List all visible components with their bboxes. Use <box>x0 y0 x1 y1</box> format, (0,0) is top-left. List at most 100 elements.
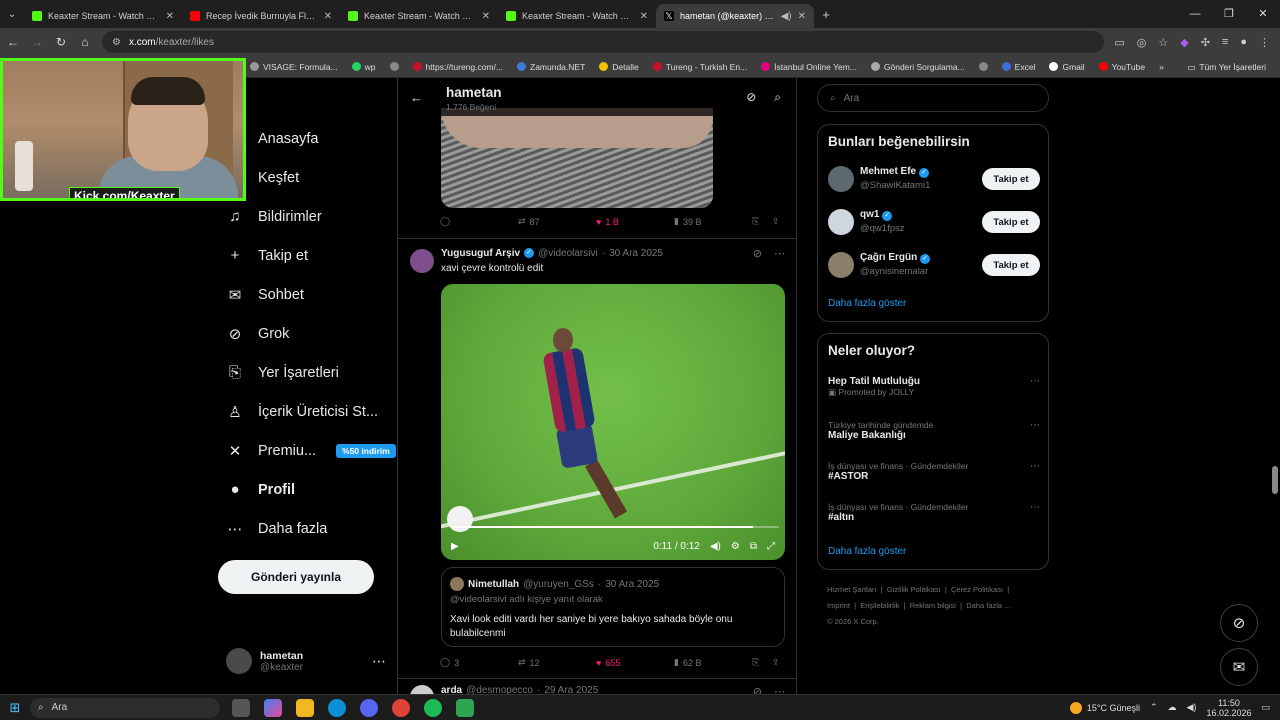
bookmark-item[interactable]: Excel <box>1001 62 1035 72</box>
puzzle-icon[interactable]: ✣ <box>1201 36 1210 49</box>
messages-float-button[interactable]: ✉ <box>1220 648 1258 686</box>
footer-link[interactable]: Gizlilik Politikası <box>887 585 941 594</box>
bookmark-item[interactable]: Zamunda.NET <box>517 62 585 72</box>
back-arrow-icon[interactable]: ← <box>410 90 423 105</box>
more-dots-icon[interactable]: ⋯ <box>1030 461 1040 472</box>
profile-avatar-icon[interactable]: ● <box>1240 36 1247 49</box>
taskbar-search[interactable]: ⌕ Ara <box>30 697 220 718</box>
suggestion-row[interactable]: Mehmet Efe ✓ @ShawiKatami1 Takip et <box>828 164 1040 194</box>
all-bookmarks[interactable]: ▭ Tüm Yer İşaretleri <box>1187 56 1266 78</box>
post-button[interactable]: Gönderi yayınla <box>218 560 374 594</box>
show-more-link[interactable]: Daha fazla göster <box>828 298 906 309</box>
pip-icon[interactable]: ⧉ <box>750 541 757 552</box>
grok-icon[interactable]: ⊘ <box>753 247 762 260</box>
repost-button[interactable]: ⇄ 87 <box>518 216 596 227</box>
trend-item[interactable]: İş dünyası ve finans · Gündemdekiler #AS… <box>828 461 1040 482</box>
browser-menu-icon[interactable]: ⋮ <box>1259 36 1270 49</box>
bookmarks-overflow-icon[interactable]: » <box>1159 62 1164 72</box>
browser-tab[interactable]: Keaxter Stream - Watch Live on ✕ <box>340 4 498 28</box>
nav-notifications[interactable]: ♫ Bildirimler <box>226 208 321 225</box>
nav-more[interactable]: ⋯ Daha fazla <box>226 520 328 538</box>
trend-item[interactable]: İş dünyası ve finans · Gündemdekiler #al… <box>828 502 1040 523</box>
tab-search-icon[interactable]: ⌄ <box>0 9 24 20</box>
footer-link[interactable]: Daha fazla ... <box>966 601 1010 610</box>
search-input[interactable]: ⌕ Ara <box>817 84 1049 112</box>
follow-button[interactable]: Takip et <box>982 254 1040 276</box>
browser-tab-active[interactable]: 𝕏 hametan (@keaxter) adlı ku ◀) ✕ <box>656 4 814 28</box>
volume-icon[interactable]: ◀) <box>710 541 721 552</box>
notification-icon[interactable]: ▭ <box>1261 702 1270 713</box>
tweet[interactable]: arda @desmopecco · 29 Ara 2025 ⊘ ⋯ <box>398 678 796 694</box>
close-tab-icon[interactable]: ✕ <box>482 11 490 22</box>
cast-icon[interactable]: ▭ <box>1114 36 1124 49</box>
grok-icon[interactable]: ⊘ <box>746 90 756 105</box>
eye-off-icon[interactable]: ◎ <box>1137 36 1147 49</box>
scrollbar-thumb[interactable] <box>1272 466 1278 494</box>
trend-item[interactable]: Hep Tatil Mutluluğu ▣ Promoted by JOLLY … <box>828 376 1040 398</box>
nav-profile[interactable]: ● Profil <box>226 481 295 498</box>
bookmark-item[interactable]: Detalle <box>599 62 639 72</box>
share-button[interactable]: ⇪ <box>772 657 780 668</box>
views-button[interactable]: ▮ 39 B <box>674 216 752 227</box>
show-more-link[interactable]: Daha fazla göster <box>828 546 906 557</box>
nav-chat[interactable]: ✉ Sohbet <box>226 286 304 304</box>
nav-creator-studio[interactable]: ♙ İçerik Üreticisi St... <box>226 403 378 421</box>
nav-bookmarks[interactable]: ⎘ Yer İşaretleri <box>226 364 339 381</box>
views-button[interactable]: ▮ 62 B <box>674 657 752 668</box>
quoted-tweet[interactable]: Nimetullah @yuruyen_GSs · 30 Ara 2025 @v… <box>441 567 785 647</box>
forward-arrow-icon[interactable]: → <box>30 35 44 49</box>
reply-button[interactable]: ◯ 3 <box>440 657 518 668</box>
grok-icon[interactable]: ⊘ <box>753 685 762 694</box>
bookmark-button[interactable]: ⎘ <box>752 216 772 227</box>
author-handle[interactable]: @desmopecco <box>466 685 533 694</box>
reload-icon[interactable]: ↻ <box>54 35 68 49</box>
bookmark-item[interactable] <box>389 62 399 71</box>
close-tab-icon[interactable]: ✕ <box>798 11 806 22</box>
follow-button[interactable]: Takip et <box>982 211 1040 233</box>
app-icon[interactable] <box>456 698 474 717</box>
bookmark-button[interactable]: ⎘ <box>752 657 772 668</box>
previous-tweet-media[interactable] <box>441 108 713 208</box>
trend-item[interactable]: Türkiye tarihinde gündemde Maliye Bakanl… <box>828 420 1040 441</box>
clock[interactable]: 11:50 16.02.2026 <box>1206 698 1251 718</box>
more-dots-icon[interactable]: ⋯ <box>1030 420 1040 431</box>
tweet-date[interactable]: 29 Ara 2025 <box>544 685 598 694</box>
home-icon[interactable]: ⌂ <box>78 35 92 49</box>
footer-link[interactable]: Imprint <box>827 601 850 610</box>
task-view-icon[interactable] <box>232 698 250 717</box>
avatar[interactable] <box>410 249 434 273</box>
tweet[interactable]: Yugusuguf Arşiv ✓ @videolarsivi · 30 Ara… <box>398 238 796 694</box>
bookmark-item[interactable]: VISAGE: Formula... <box>250 62 338 72</box>
avatar[interactable] <box>828 209 854 235</box>
avatar[interactable] <box>828 252 854 278</box>
nav-grok[interactable]: ⊘ Grok <box>226 325 290 343</box>
repost-button[interactable]: ⇄ 12 <box>518 657 596 668</box>
grok-float-button[interactable]: ⊘ <box>1220 604 1258 642</box>
avatar[interactable] <box>410 685 434 694</box>
bookmark-item[interactable]: Tureng - Turkish En... <box>652 62 747 72</box>
minimize-icon[interactable]: — <box>1178 0 1212 28</box>
play-icon[interactable]: ▶ <box>451 541 459 552</box>
close-tab-icon[interactable]: ✕ <box>166 11 174 22</box>
bookmark-item[interactable]: wp <box>351 62 376 72</box>
more-dots-icon[interactable]: ⋯ <box>774 685 785 694</box>
chrome-icon[interactable] <box>392 698 410 717</box>
tweet-date[interactable]: 30 Ara 2025 <box>609 248 663 259</box>
bookmark-item[interactable]: Gönderi Sorgulama... <box>870 62 965 72</box>
close-window-icon[interactable]: ✕ <box>1246 0 1280 28</box>
fullscreen-icon[interactable]: ⤢ <box>767 541 775 552</box>
more-dots-icon[interactable]: ⋯ <box>1030 502 1040 513</box>
video-player[interactable]: ▶ 0:11 / 0:12 ◀) ⚙ ⧉ ⤢ <box>441 284 785 560</box>
file-explorer-icon[interactable] <box>296 698 314 717</box>
more-dots-icon[interactable]: ⋯ <box>1030 376 1040 387</box>
windows-start-icon[interactable]: ⊞ <box>0 700 30 716</box>
browser-tab[interactable]: Recep İvedik Burnuyla Flüt Çalı ✕ <box>182 4 340 28</box>
star-icon[interactable]: ☆ <box>1158 36 1168 49</box>
media-icon[interactable]: ≡ <box>1222 36 1228 49</box>
suggestion-row[interactable]: qw1 ✓ @qw1fpsz Takip et <box>828 207 1040 237</box>
footer-link[interactable]: Çerez Politikası <box>951 585 1003 594</box>
browser-tab[interactable]: Keaxter Stream - Watch Live on ✕ <box>24 4 182 28</box>
bookmark-item[interactable]: https://tureng.com/... <box>412 62 503 72</box>
suggestion-row[interactable]: Çağrı Ergün ✓ @aynisinemalar Takip et <box>828 250 1040 280</box>
copilot-icon[interactable] <box>264 698 282 717</box>
